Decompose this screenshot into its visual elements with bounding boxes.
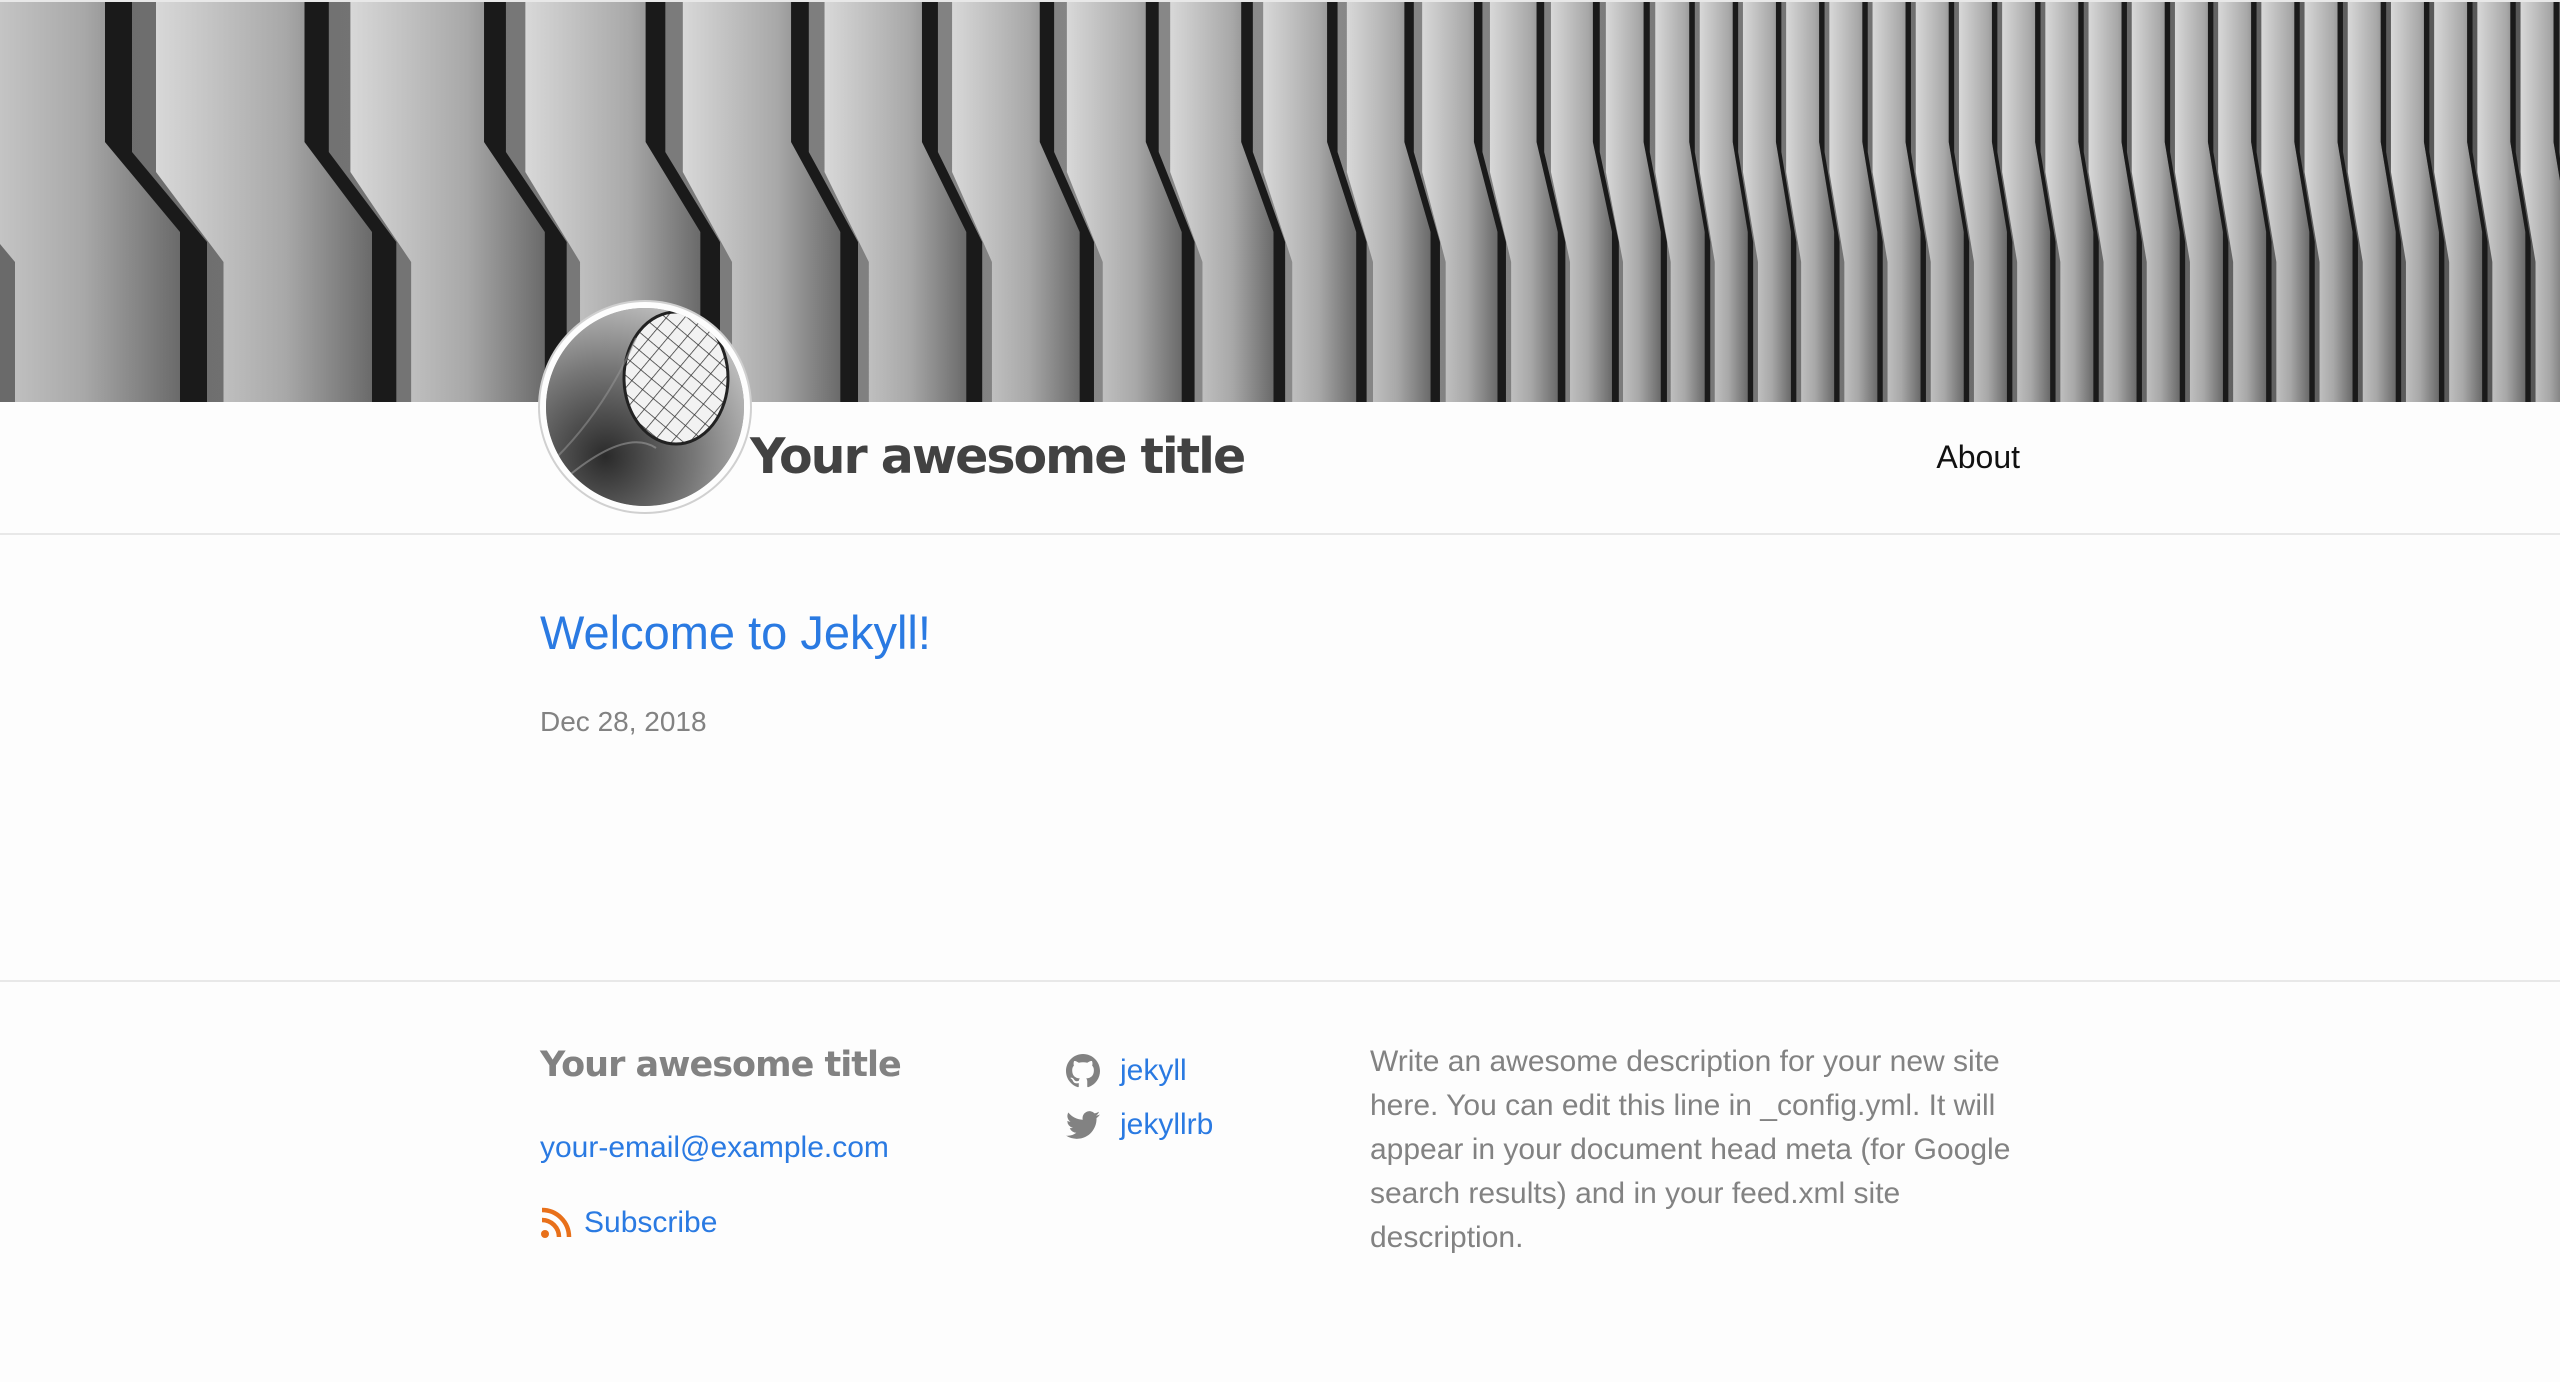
- site-header: [0, 402, 2560, 535]
- rss-icon: [541, 1207, 572, 1238]
- twitter-link[interactable]: jekyllrb: [1120, 1108, 1213, 1142]
- footer-social-list: jekyll jekyllrb: [1066, 1044, 1213, 1152]
- header-banner-image: [0, 0, 2560, 402]
- site-avatar[interactable]: [540, 302, 750, 512]
- footer-email-link[interactable]: your-email@example.com: [540, 1128, 889, 1168]
- site-footer: [0, 980, 2560, 1382]
- nav-link-about[interactable]: About: [1936, 432, 2020, 482]
- github-icon[interactable]: [1066, 1054, 1100, 1088]
- subscribe-label: Subscribe: [584, 1206, 718, 1239]
- post-title-link[interactable]: Welcome to Jekyll!: [540, 598, 931, 668]
- site-title[interactable]: Your awesome title: [750, 422, 1246, 492]
- social-item-github: jekyll: [1066, 1044, 1213, 1098]
- twitter-icon[interactable]: [1066, 1108, 1100, 1142]
- post-date: Dec 28, 2018: [540, 706, 707, 737]
- footer-site-title: Your awesome title: [540, 1045, 902, 1085]
- footer-site-description: Write an awesome description for your ne…: [1370, 1045, 2011, 1254]
- footer-subscribe-link[interactable]: Subscribe: [540, 1203, 717, 1243]
- github-link[interactable]: jekyll: [1120, 1054, 1187, 1088]
- social-item-twitter: jekyllrb: [1066, 1098, 1213, 1152]
